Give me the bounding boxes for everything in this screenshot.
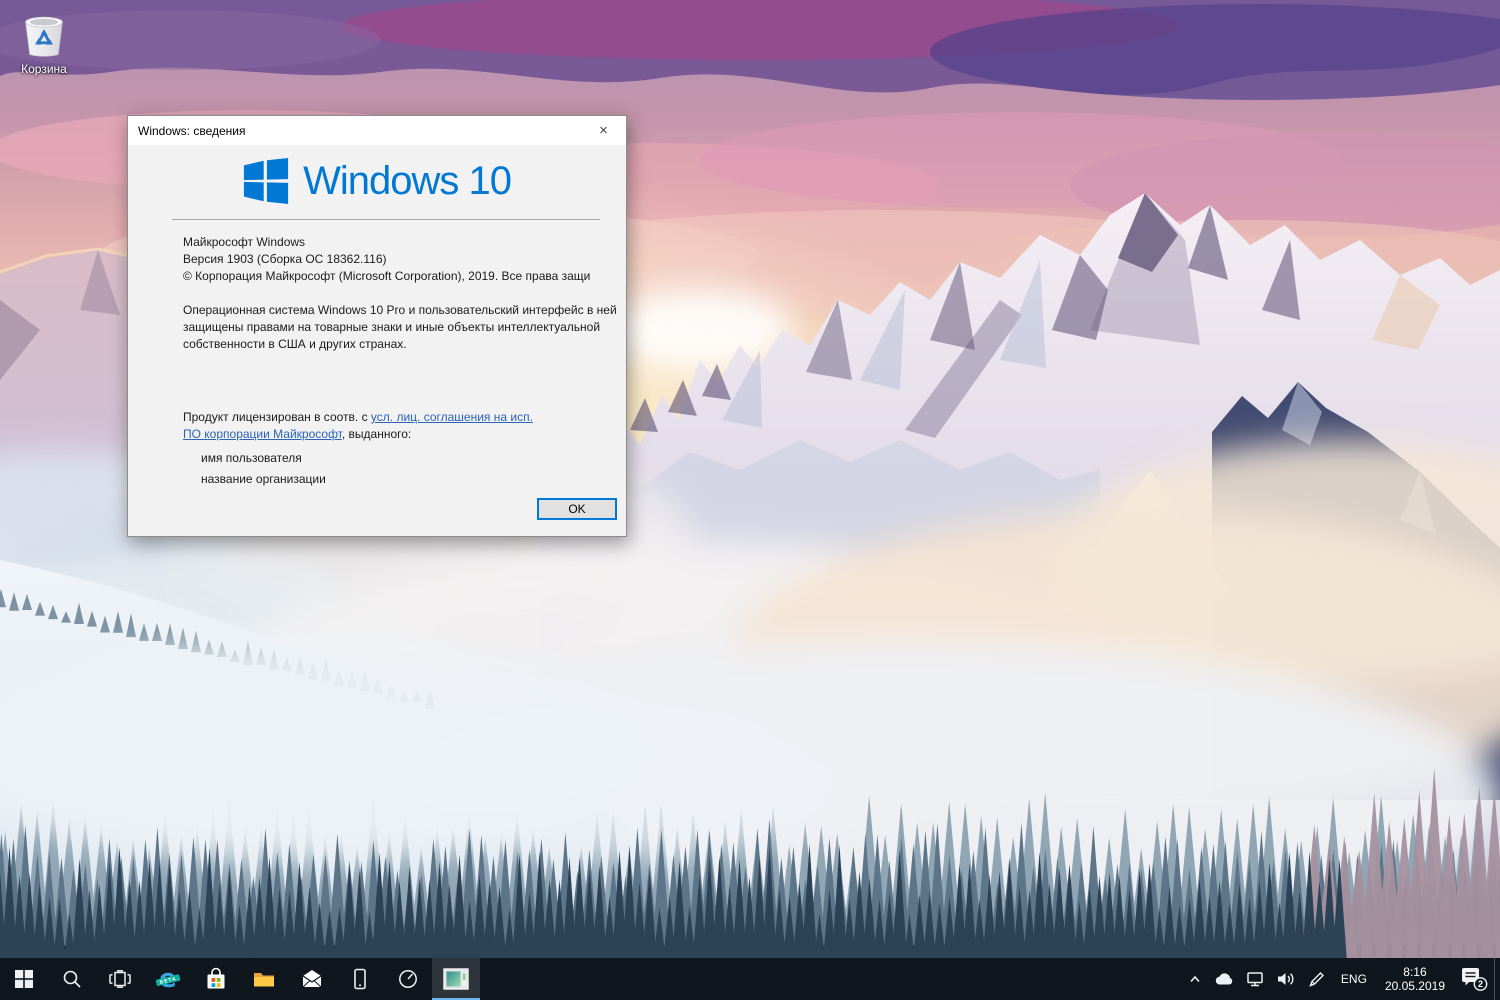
gauge-icon (397, 968, 419, 990)
clock-time: 8:16 (1385, 965, 1445, 979)
gauge-button[interactable] (384, 958, 432, 1000)
windows-ink-tray-button[interactable] (1302, 958, 1332, 1000)
taskbar-empty-area (480, 958, 1182, 1000)
windows-10-logotype: Windows 10 (303, 159, 511, 204)
mail-icon (300, 967, 324, 991)
close-button[interactable]: × (581, 116, 626, 145)
search-button[interactable] (48, 958, 96, 1000)
taskbar-button-about-windows[interactable] (432, 958, 480, 1000)
recycle-bin-label: Корзина (6, 62, 82, 76)
system-tray: ENG 8:16 20.05.2019 2 (1182, 958, 1500, 1000)
volume-tray-button[interactable] (1270, 958, 1302, 1000)
onedrive-cloud-icon (1213, 970, 1235, 988)
license-paragraph: Продукт лицензирован в соотв. с усл. лиц… (183, 409, 627, 443)
edge-beta-button[interactable]: e BETA (144, 958, 192, 1000)
edge-beta-icon: e BETA (154, 965, 182, 993)
store-button[interactable] (192, 958, 240, 1000)
about-window-icon (443, 968, 469, 990)
copyright-line: © Корпорация Майкрософт (Microsoft Corpo… (183, 268, 626, 285)
show-desktop-button[interactable] (1494, 958, 1500, 1000)
windows-banner: Windows 10 (128, 145, 626, 217)
tray-overflow-button[interactable] (1182, 958, 1208, 1000)
license-link-2[interactable]: ПО корпорации Майкрософт (183, 427, 342, 441)
action-center-icon: 2 (1459, 965, 1489, 993)
your-phone-icon (348, 967, 372, 991)
pen-icon (1307, 969, 1327, 989)
start-button[interactable] (0, 958, 48, 1000)
desktop-screen: Корзина Windows: сведения × Windows 10 М… (0, 0, 1500, 1000)
store-icon (204, 967, 228, 991)
dialog-title: Windows: сведения (128, 124, 581, 138)
onedrive-tray-button[interactable] (1208, 958, 1240, 1000)
dialog-body: Майкрософт Windows Версия 1903 (Сборка О… (128, 220, 626, 529)
clock[interactable]: 8:16 20.05.2019 (1376, 958, 1454, 1000)
task-view-icon (109, 970, 131, 988)
search-icon (62, 969, 82, 989)
trademark-paragraph: Операционная система Windows 10 Pro и по… (183, 302, 627, 353)
mail-button[interactable] (288, 958, 336, 1000)
volume-icon (1275, 969, 1297, 989)
taskbar: e BETA (0, 958, 1500, 1000)
chevron-up-icon (1187, 971, 1203, 987)
task-view-button[interactable] (96, 958, 144, 1000)
license-suffix: , выданного: (342, 427, 411, 441)
network-tray-button[interactable] (1240, 958, 1270, 1000)
licensee-user: имя пользователя (201, 450, 626, 467)
ok-button[interactable]: OK (537, 498, 617, 520)
file-explorer-icon (252, 967, 276, 991)
product-line: Майкрософт Windows (183, 234, 626, 251)
windows-flag-icon (243, 158, 289, 204)
action-center-button[interactable]: 2 (1454, 958, 1494, 1000)
your-phone-button[interactable] (336, 958, 384, 1000)
about-windows-dialog: Windows: сведения × Windows 10 Майкрософ… (127, 115, 627, 537)
version-line: Версия 1903 (Сборка ОС 18362.116) (183, 251, 626, 268)
svg-text:2: 2 (1478, 979, 1483, 989)
license-prefix: Продукт лицензирован в соотв. с (183, 410, 371, 424)
dialog-titlebar[interactable]: Windows: сведения × (128, 116, 626, 145)
language-indicator[interactable]: ENG (1332, 958, 1376, 1000)
clock-date: 20.05.2019 (1385, 979, 1445, 993)
close-icon: × (599, 122, 608, 139)
file-explorer-button[interactable] (240, 958, 288, 1000)
licensee-org: название организации (201, 471, 626, 488)
network-icon (1245, 970, 1265, 988)
license-link-1[interactable]: усл. лиц. соглашения на исп. (371, 410, 533, 424)
desktop-icon-recycle-bin[interactable]: Корзина (6, 8, 82, 76)
start-icon (15, 970, 33, 988)
recycle-bin-icon (18, 8, 70, 60)
